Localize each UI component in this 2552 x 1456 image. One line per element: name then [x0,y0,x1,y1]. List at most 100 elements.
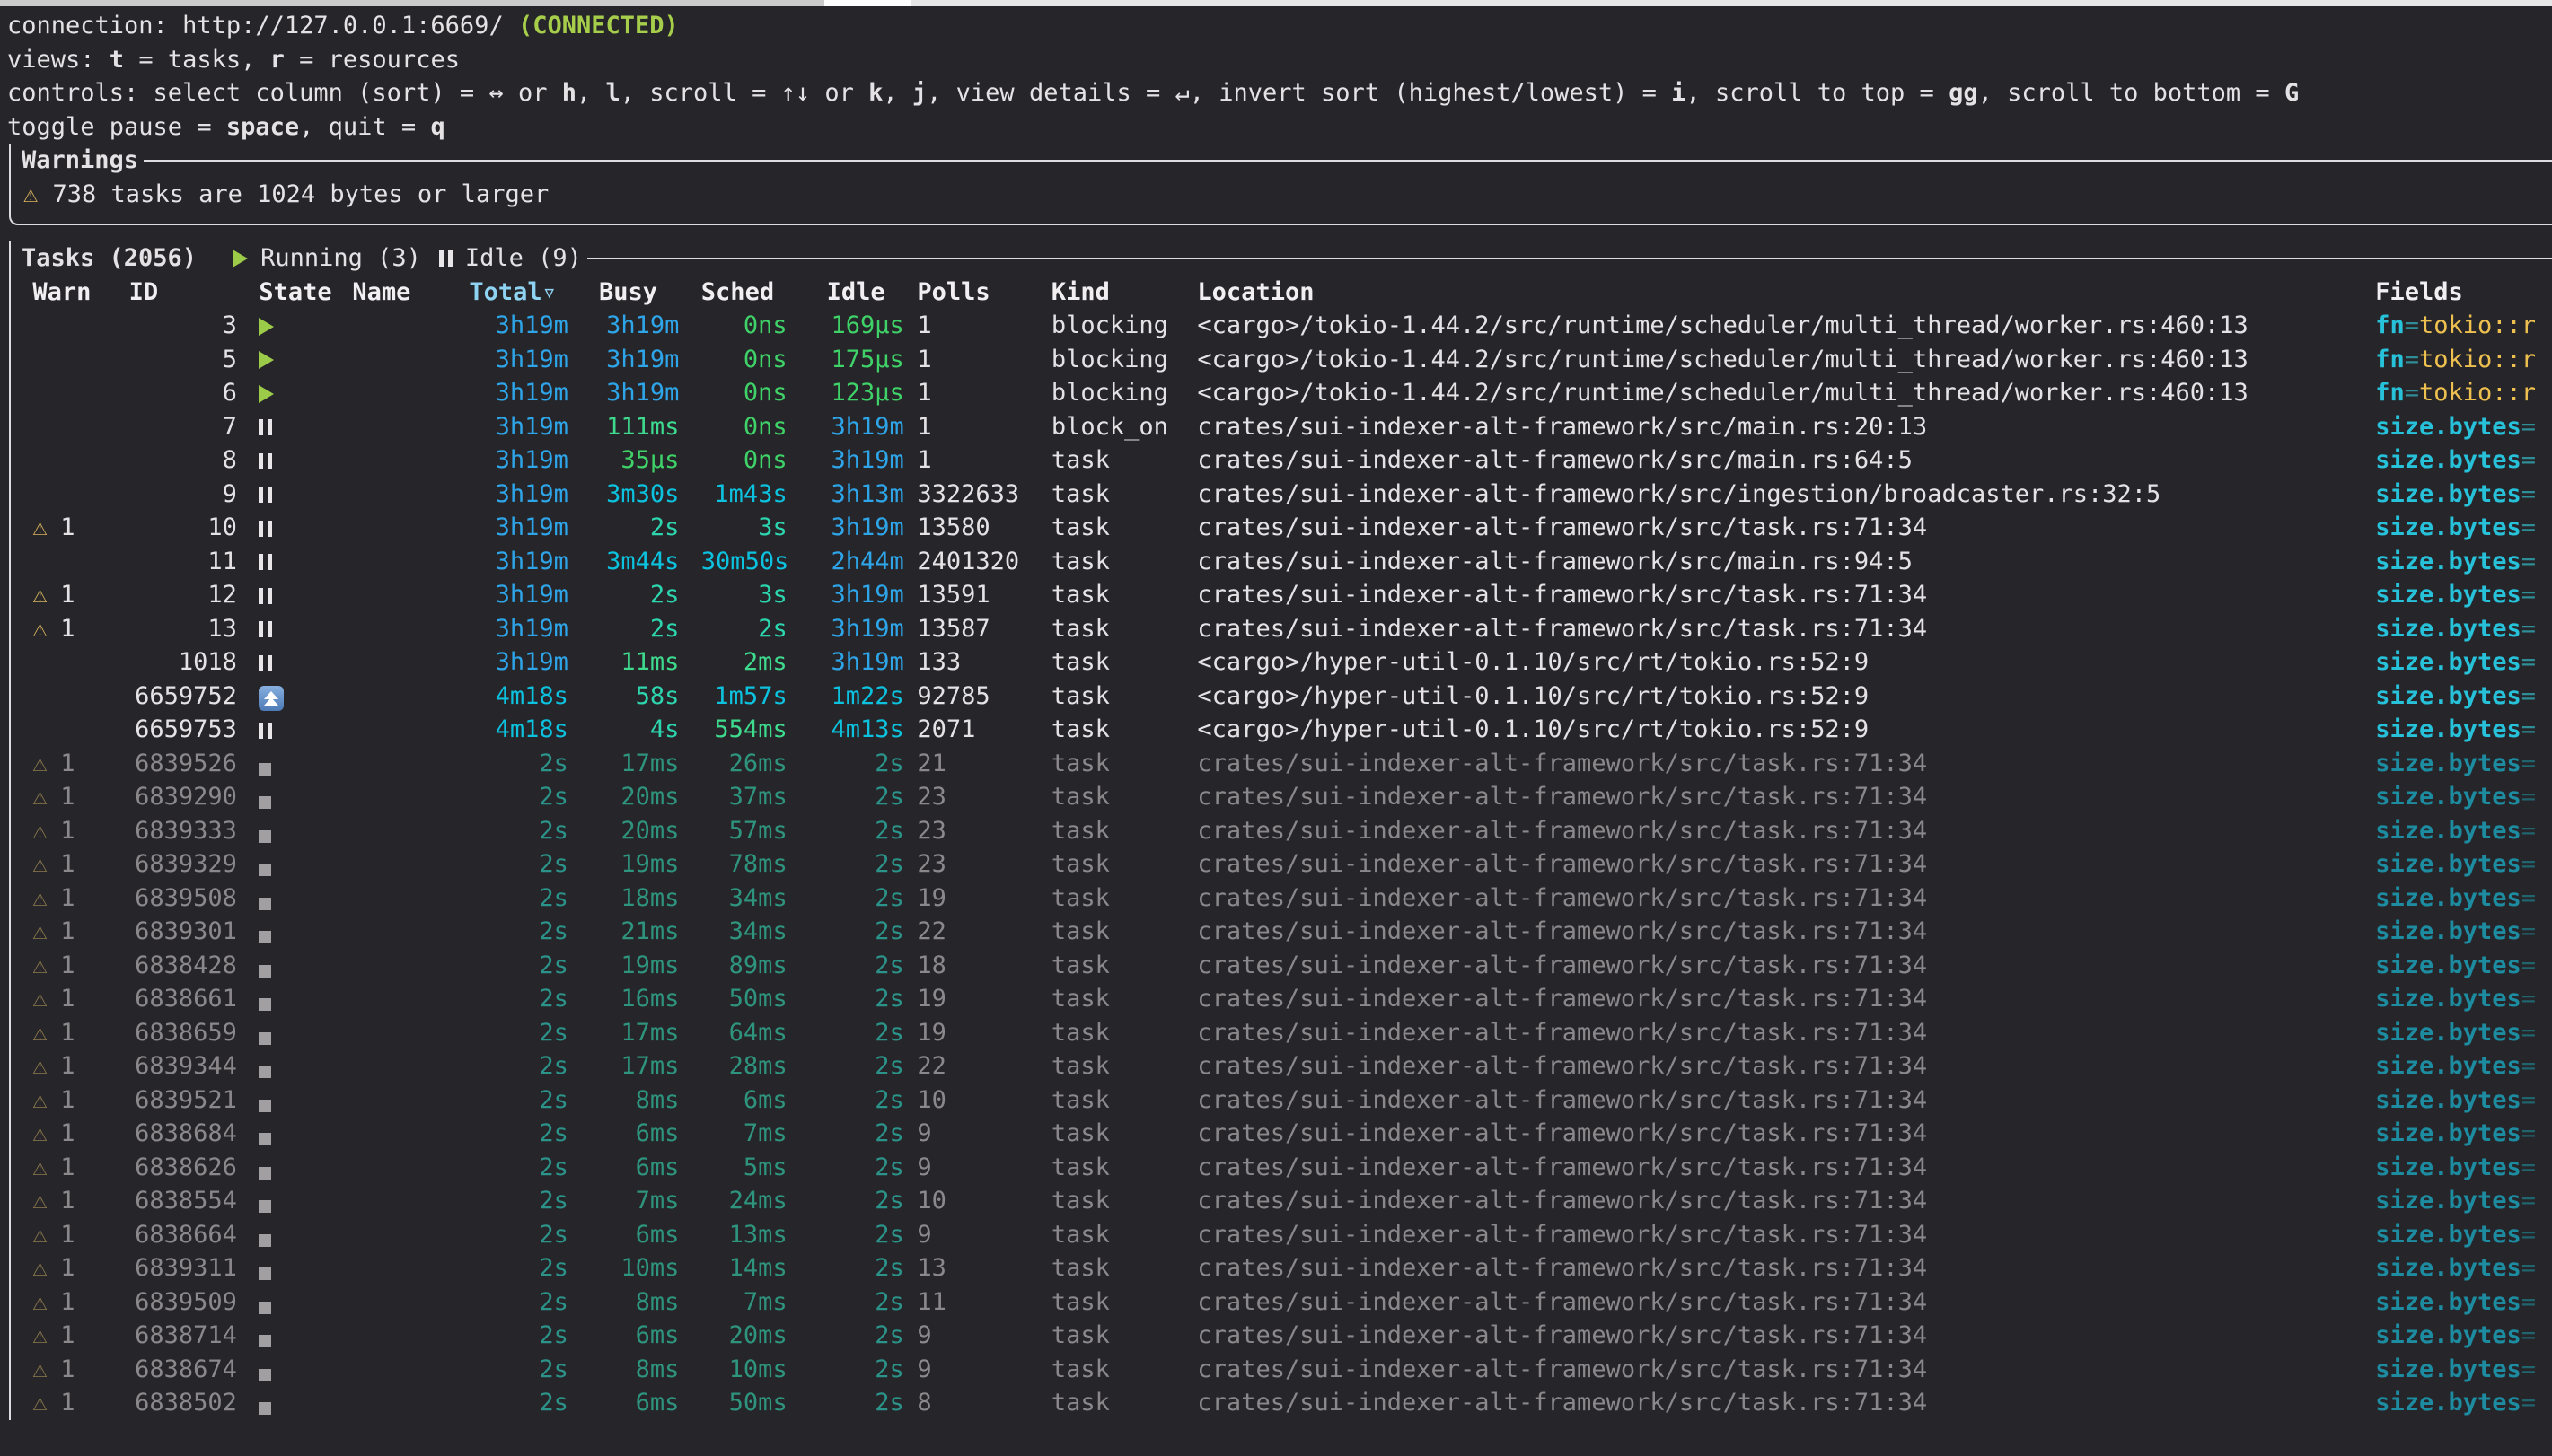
field-value: tokio::r [2419,379,2536,407]
state-cell [259,1319,347,1353]
task-id: 5 [129,343,237,377]
task-row[interactable]: ⚠1 6838554 2s 7ms 24ms 2s 10 task crates… [11,1184,2552,1218]
polls-count: 13591 [917,578,1038,612]
duration-value: 20ms [729,1321,788,1349]
task-row[interactable]: ⚠1 6839301 2s 21ms 34ms 2s 22 task crate… [11,915,2552,949]
warning-triangle-icon: ⚠ [32,1389,47,1417]
total-duration: 4m18s [469,713,568,747]
column-header-name[interactable]: Name [352,276,447,310]
task-kind: block_on [1052,410,1184,444]
column-header-sched[interactable]: Sched [701,276,788,310]
task-location: crates/sui-indexer-alt-framework/src/tas… [1197,915,2362,949]
task-row[interactable]: ⚠1 6839290 2s 20ms 37ms 2s 23 task crate… [11,780,2552,814]
task-row[interactable]: 9 3h19m 3m30s 1m43s 3h13m 3322633 task c… [11,478,2552,512]
column-header-fields[interactable]: Fields [2375,276,2552,310]
column-header-idle[interactable]: Idle [827,276,904,310]
task-row[interactable]: ⚠1 6838659 2s 17ms 64ms 2s 19 task crate… [11,1016,2552,1050]
warning-triangle-icon: ⚠ [32,581,47,609]
warn-cell: ⚠1 [32,1117,79,1151]
polls-count: 11 [917,1285,1038,1320]
total-duration: 2s [469,1285,568,1320]
task-row[interactable]: ⚠1 6839521 2s 8ms 6ms 2s 10 task crates/… [11,1083,2552,1118]
task-row[interactable]: 6659752 4m18s 58s 1m57s 1m22s 92785 task… [11,680,2552,714]
sched-duration: 5ms [701,1151,788,1185]
duration-value: 1m43s [714,480,787,508]
task-row[interactable]: 1018 3h19m 11ms 2ms 3h19m 133 task <carg… [11,645,2552,680]
task-name [352,747,447,781]
polls-count: 22 [917,1049,1038,1083]
task-row[interactable]: 6659753 4m18s 4s 554ms 4m13s 2071 task <… [11,713,2552,747]
state-cell [259,478,347,512]
stopped-icon [259,1369,271,1381]
field-key: size.bytes [2375,480,2521,508]
task-location: crates/sui-indexer-alt-framework/src/tas… [1197,578,2362,612]
task-row[interactable]: ⚠1 6838626 2s 6ms 5ms 2s 9 task crates/s… [11,1151,2552,1185]
duration-value: 20ms [620,817,679,845]
task-kind: task [1052,1184,1184,1218]
duration-value: 3h19m [496,480,568,508]
task-row[interactable]: ⚠1 6839509 2s 8ms 7ms 2s 11 task crates/… [11,1285,2552,1320]
column-header-polls[interactable]: Polls [917,276,1038,310]
text-segment: q [430,113,444,141]
task-row[interactable]: ⚠1 6839311 2s 10ms 14ms 2s 13 task crate… [11,1251,2552,1285]
column-header-state[interactable]: State [259,276,347,310]
task-id: 6838428 [129,949,237,983]
field-key: size.bytes [2375,581,2521,609]
task-row[interactable]: 7 3h19m 111ms 0ns 3h19m 1 block_on crate… [11,410,2552,444]
duration-value: 0ns [744,446,788,474]
task-kind: task [1052,578,1184,612]
sort-descending-icon: ▿ [542,278,557,306]
task-row[interactable]: ⚠1 6839333 2s 20ms 57ms 2s 23 task crate… [11,814,2552,848]
toggle-line: toggle pause = space, quit = q [7,110,2552,145]
burst-icon [259,686,284,711]
total-duration: 2s [469,949,568,983]
task-row[interactable]: ⚠1 6839508 2s 18ms 34ms 2s 19 task crate… [11,881,2552,916]
task-row[interactable]: 11 3h19m 3m44s 30m50s 2h44m 2401320 task… [11,545,2552,579]
task-id: 6659752 [129,680,237,714]
column-header-kind[interactable]: Kind [1052,276,1184,310]
field-key: size.bytes [2375,884,2521,912]
task-id: 6838674 [129,1353,237,1387]
duration-value: 3h19m [606,379,679,407]
field-key: size.bytes [2375,548,2521,575]
total-duration: 2s [469,1016,568,1050]
task-row[interactable]: ⚠1 6838661 2s 16ms 50ms 2s 19 task crate… [11,982,2552,1016]
field-equals: = [2521,648,2536,676]
task-row[interactable]: ⚠1 6838502 2s 6ms 50ms 2s 8 task crates/… [11,1386,2552,1420]
column-header-warn[interactable]: Warn [32,276,79,310]
stopped-icon [259,931,271,943]
task-row[interactable]: ⚠1 10 3h19m 2s 3s 3h19m 13580 task crate… [11,511,2552,545]
column-header-id[interactable]: ID [129,276,237,310]
task-row[interactable]: ⚠1 6838664 2s 6ms 13ms 2s 9 task crates/… [11,1218,2552,1252]
column-header-location[interactable]: Location [1197,276,2362,310]
duration-value: 89ms [729,952,788,979]
task-row[interactable]: ⚠1 6839329 2s 19ms 78ms 2s 23 task crate… [11,847,2552,881]
column-header-total-sorted[interactable]: Total▿ [469,276,568,310]
task-row[interactable]: ⚠1 12 3h19m 2s 3s 3h19m 13591 task crate… [11,578,2552,612]
stopped-icon [259,1167,271,1180]
task-row[interactable]: 5 3h19m 3h19m 0ns 175µs 1 blocking <carg… [11,343,2552,377]
field-equals: = [2521,917,2536,945]
task-row[interactable]: ⚠1 6838674 2s 8ms 10ms 2s 9 task crates/… [11,1353,2552,1387]
duration-value: 2s [875,1321,904,1349]
task-row[interactable]: 3 3h19m 3h19m 0ns 169µs 1 blocking <carg… [11,309,2552,343]
task-id: 6659753 [129,713,237,747]
task-name [352,343,447,377]
task-row[interactable]: ⚠1 6839344 2s 17ms 28ms 2s 22 task crate… [11,1049,2552,1083]
column-header-busy[interactable]: Busy [599,276,679,310]
task-location: crates/sui-indexer-alt-framework/src/ing… [1197,478,2362,512]
task-row[interactable]: 8 3h19m 35µs 0ns 3h19m 1 task crates/sui… [11,443,2552,478]
task-row[interactable]: ⚠1 6838428 2s 19ms 89ms 2s 18 task crate… [11,949,2552,983]
warn-cell: ⚠1 [32,982,79,1016]
task-row[interactable]: ⚠1 13 3h19m 2s 2s 3h19m 13587 task crate… [11,612,2552,646]
duration-value: 2s [875,1288,904,1316]
paused-icon [259,579,272,612]
task-row[interactable]: ⚠1 6839526 2s 17ms 26ms 2s 21 task crate… [11,747,2552,781]
task-row[interactable]: ⚠1 6838714 2s 6ms 20ms 2s 9 task crates/… [11,1319,2552,1353]
busy-duration: 2s [599,612,679,646]
state-cell [259,410,347,444]
stopped-icon [259,1402,271,1415]
task-row[interactable]: 6 3h19m 3h19m 0ns 123µs 1 blocking <carg… [11,376,2552,410]
task-row[interactable]: ⚠1 6838684 2s 6ms 7ms 2s 9 task crates/s… [11,1117,2552,1151]
task-fields: size.bytes= [2375,1049,2552,1083]
